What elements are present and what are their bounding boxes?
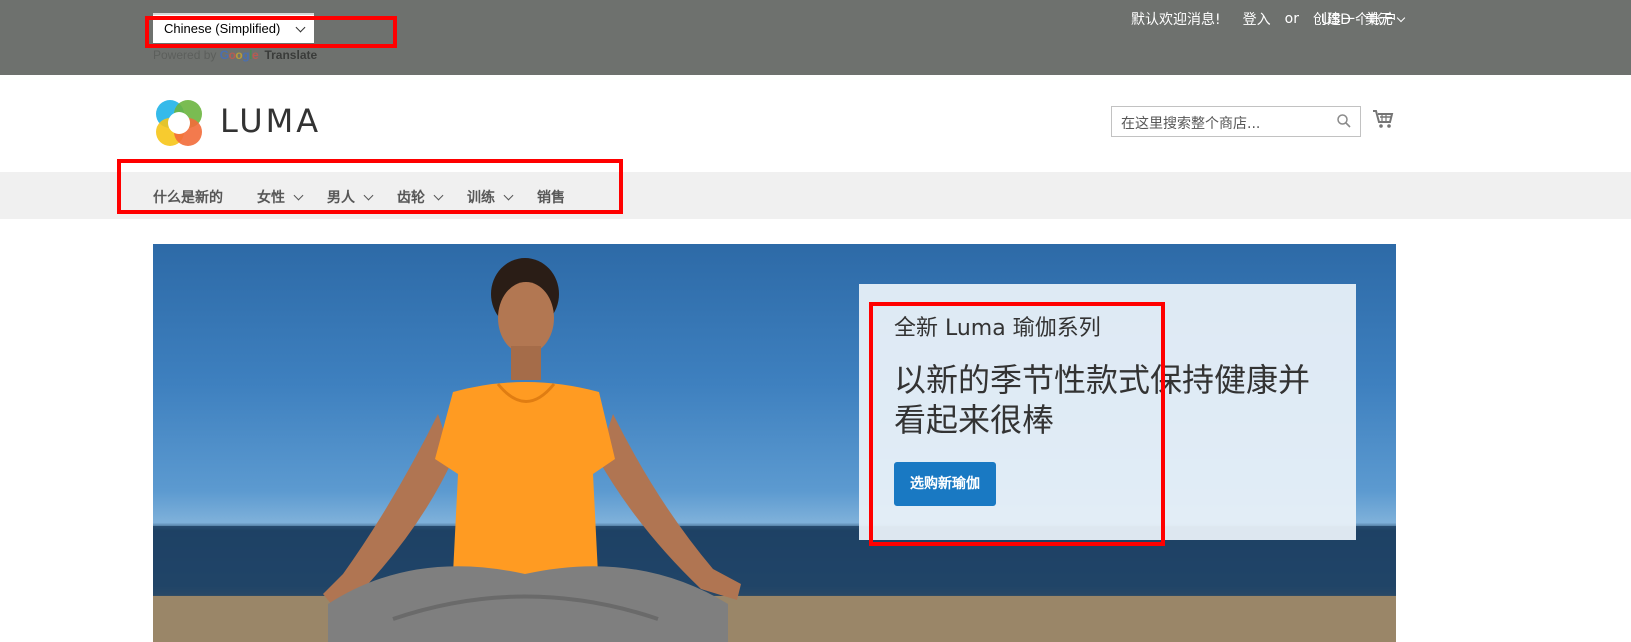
logo-text[interactable]: LUMA xyxy=(220,102,321,140)
google-translate-attribution: Powered by Google Translate xyxy=(153,48,317,62)
nav-item-label: 销售 xyxy=(537,190,565,206)
nav-item-label: 训练 xyxy=(467,190,495,206)
top-header-bar: Chinese (Simplified) Powered by Google T… xyxy=(0,0,1631,75)
hero-subtitle: 全新 Luma 瑜伽系列 xyxy=(894,316,1101,341)
hero-banner[interactable]: 全新 Luma 瑜伽系列 以新的季节性款式保持健康并看起来很棒 选购新瑜伽 xyxy=(153,244,1396,642)
language-select[interactable]: Chinese (Simplified) xyxy=(153,13,314,43)
shop-new-yoga-button[interactable]: 选购新瑜伽 xyxy=(894,462,996,506)
or-text: or xyxy=(1284,11,1299,27)
search-input[interactable]: 在这里搜索整个商店... xyxy=(1111,106,1361,137)
search-icon[interactable] xyxy=(1337,114,1351,128)
hero-title: 以新的季节性款式保持健康并看起来很棒 xyxy=(894,361,1311,439)
nav-item-label: 什么是新的 xyxy=(153,190,223,206)
nav-item-women[interactable]: 女性 xyxy=(257,187,304,207)
welcome-message: 默认欢迎消息! xyxy=(1131,12,1221,28)
translate-link[interactable]: Translate xyxy=(264,48,317,62)
cart-icon[interactable] xyxy=(1372,108,1394,130)
chevron-down-icon xyxy=(503,190,514,201)
google-logo: Google xyxy=(219,48,259,62)
powered-by-label: Powered by xyxy=(153,48,217,62)
nav-item-label: 女性 xyxy=(257,190,285,206)
chevron-down-icon xyxy=(295,22,306,33)
nav-item-sale[interactable]: 销售 xyxy=(537,187,565,207)
chevron-down-icon xyxy=(433,190,444,201)
chevron-down-icon xyxy=(363,190,374,201)
nav-item-label: 齿轮 xyxy=(397,190,425,206)
sign-in-link[interactable]: 登入 xyxy=(1243,9,1271,29)
chevron-down-icon xyxy=(1396,13,1406,23)
language-select-value: Chinese (Simplified) xyxy=(164,21,281,36)
nav-item-training[interactable]: 训练 xyxy=(467,187,514,207)
chevron-down-icon xyxy=(293,190,304,201)
nav-item-men[interactable]: 男人 xyxy=(327,187,374,207)
nav-item-gear[interactable]: 齿轮 xyxy=(397,187,444,207)
currency-switcher[interactable]: USD - 美元 xyxy=(1321,9,1406,29)
search-placeholder: 在这里搜索整个商店... xyxy=(1121,116,1261,132)
nav-item-label: 男人 xyxy=(327,190,355,206)
luma-logo-icon[interactable] xyxy=(153,97,205,149)
currency-label: USD - 美元 xyxy=(1321,12,1393,28)
main-navigation: 什么是新的 女性 男人 齿轮 训练 销售 xyxy=(0,172,1631,219)
nav-item-whats-new[interactable]: 什么是新的 xyxy=(153,187,223,207)
